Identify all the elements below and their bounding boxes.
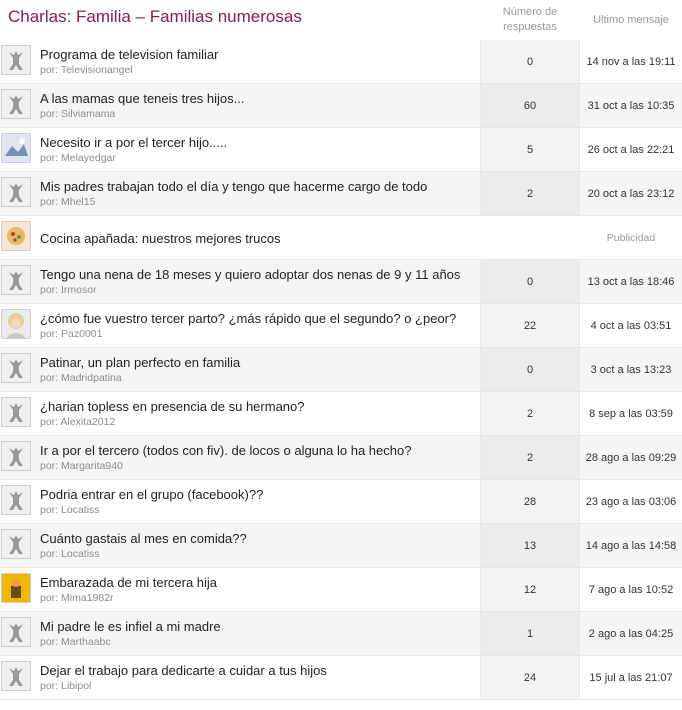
photo-avatar[interactable] xyxy=(1,133,31,163)
last-message-date[interactable]: 8 sep a las 03:59 xyxy=(580,392,682,435)
thread-title[interactable]: Dejar el trabajo para dedicarte a cuidar… xyxy=(40,663,327,678)
last-message-date[interactable]: 20 oct a las 23:12 xyxy=(580,172,682,215)
default-avatar[interactable] xyxy=(1,353,31,383)
default-avatar[interactable] xyxy=(1,397,31,427)
page-title[interactable]: Charlas: Familia – Familias numerosas xyxy=(8,7,302,27)
default-avatar[interactable] xyxy=(1,45,31,75)
thread-title[interactable]: Ir a por el tercero (todos con fiv). de … xyxy=(40,443,411,458)
thread-title[interactable]: Mi padre le es infiel a mi madre xyxy=(40,619,221,634)
thread-author[interactable]: por: Marthaabc xyxy=(40,636,111,648)
reply-count: 0 xyxy=(480,260,580,303)
thread-author[interactable]: por: Alexita2012 xyxy=(40,416,115,428)
forum-header: Charlas: Familia – Familias numerosas Nú… xyxy=(0,0,682,40)
reply-count: 2 xyxy=(480,172,580,215)
reply-count: 0 xyxy=(480,40,580,83)
thread-row[interactable]: ¿harian topless en presencia de su herma… xyxy=(0,392,682,436)
thread-row[interactable]: Necesito ir a por el tercer hijo..... por… xyxy=(0,128,682,172)
thread-title[interactable]: Mis padres trabajan todo el día y tengo … xyxy=(40,179,427,194)
thread-title[interactable]: Podria entrar en el grupo (facebook)?? xyxy=(40,487,263,502)
default-avatar[interactable] xyxy=(1,485,31,515)
reply-count xyxy=(480,216,580,259)
reply-count: 1 xyxy=(480,612,580,655)
thread-row[interactable]: A las mamas que teneis tres hijos... por:… xyxy=(0,84,682,128)
thread-row[interactable]: Embarazada de mi tercera hija por: Mima19… xyxy=(0,568,682,612)
reply-count: 22 xyxy=(480,304,580,347)
last-message-date[interactable]: 28 ago a las 09:29 xyxy=(580,436,682,479)
default-avatar[interactable] xyxy=(1,529,31,559)
reply-count: 13 xyxy=(480,524,580,567)
thread-title[interactable]: ¿cómo fue vuestro tercer parto? ¿más ráp… xyxy=(40,311,456,326)
thread-row[interactable]: Patinar, un plan perfecto en familia por:… xyxy=(0,348,682,392)
last-message-date[interactable]: 7 ago a las 10:52 xyxy=(580,568,682,611)
thread-title[interactable]: Programa de television familiar xyxy=(40,47,218,62)
ad-label: Publicidad xyxy=(606,231,656,244)
last-message-date[interactable]: 4 oct a las 03:51 xyxy=(580,304,682,347)
replies-column-header[interactable]: Número de respuestas xyxy=(480,0,580,40)
reply-count: 2 xyxy=(480,436,580,479)
thread-author[interactable]: por: Paz0001 xyxy=(40,328,102,340)
thread-title[interactable]: Patinar, un plan perfecto en familia xyxy=(40,355,240,370)
thread-title[interactable]: Cocina apañada: nuestros mejores trucos xyxy=(40,231,281,246)
thread-row[interactable]: Podria entrar en el grupo (facebook)?? po… xyxy=(0,480,682,524)
last-message-date[interactable]: 2 ago a las 04:25 xyxy=(580,612,682,655)
default-avatar[interactable] xyxy=(1,177,31,207)
thread-row[interactable]: Ir a por el tercero (todos con fiv). de … xyxy=(0,436,682,480)
last-message-date[interactable]: 23 ago a las 03:06 xyxy=(580,480,682,523)
thread-author[interactable]: por: Margarita940 xyxy=(40,460,123,472)
thread-row[interactable]: Mi padre le es infiel a mi madre por: Mar… xyxy=(0,612,682,656)
thread-author[interactable]: por: Locatiss xyxy=(40,548,100,560)
last-message-date[interactable]: 15 jul a las 21:07 xyxy=(580,656,682,699)
thread-list: Programa de television familiar por: Tele… xyxy=(0,40,682,700)
last-message-date[interactable]: 13 oct a las 18:46 xyxy=(580,260,682,303)
thread-row[interactable]: Dejar el trabajo para dedicarte a cuidar… xyxy=(0,656,682,700)
thread-author[interactable]: por: Televisionangel xyxy=(40,64,133,76)
thread-row[interactable]: Tengo una nena de 18 meses y quiero adop… xyxy=(0,260,682,304)
thread-author[interactable]: por: Silviamama xyxy=(40,108,115,120)
thread-title[interactable]: Necesito ir a por el tercer hijo..... xyxy=(40,135,227,150)
thread-row[interactable]: Programa de television familiar por: Tele… xyxy=(0,40,682,84)
reply-count: 12 xyxy=(480,568,580,611)
default-avatar[interactable] xyxy=(1,661,31,691)
last-message-column-header[interactable]: Ultimo mensaje xyxy=(580,0,682,40)
reply-count: 60 xyxy=(480,84,580,127)
thread-author[interactable]: por: Irmosor xyxy=(40,284,97,296)
thread-title[interactable]: Cuánto gastais al mes en comida?? xyxy=(40,531,247,546)
default-avatar[interactable] xyxy=(1,441,31,471)
thread-row[interactable]: Mis padres trabajan todo el día y tengo … xyxy=(0,172,682,216)
last-message-date[interactable]: 14 ago a las 14:58 xyxy=(580,524,682,567)
last-message-date[interactable]: 14 nov a las 19:11 xyxy=(580,40,682,83)
thread-title[interactable]: Tengo una nena de 18 meses y quiero adop… xyxy=(40,267,460,282)
thread-title[interactable]: Embarazada de mi tercera hija xyxy=(40,575,217,590)
thread-author[interactable]: por: Madridpatina xyxy=(40,372,122,384)
food-avatar[interactable] xyxy=(1,221,31,251)
ad-row[interactable]: Cocina apañada: nuestros mejores trucos P… xyxy=(0,216,682,260)
thread-row[interactable]: ¿cómo fue vuestro tercer parto? ¿más ráp… xyxy=(0,304,682,348)
reply-count: 5 xyxy=(480,128,580,171)
last-message-date[interactable]: 3 oct a las 13:23 xyxy=(580,348,682,391)
default-avatar[interactable] xyxy=(1,617,31,647)
face-avatar[interactable] xyxy=(1,309,31,339)
default-avatar[interactable] xyxy=(1,265,31,295)
thread-author[interactable]: por: Mima1982r xyxy=(40,592,114,604)
yellow-avatar[interactable] xyxy=(1,573,31,603)
reply-count: 2 xyxy=(480,392,580,435)
thread-title[interactable]: ¿harian topless en presencia de su herma… xyxy=(40,399,305,414)
thread-author[interactable]: por: Mhel15 xyxy=(40,196,95,208)
thread-author[interactable]: por: Locatiss xyxy=(40,504,100,516)
last-message-date[interactable]: 31 oct a las 10:35 xyxy=(580,84,682,127)
thread-author[interactable]: por: Melayedgar xyxy=(40,152,116,164)
reply-count: 28 xyxy=(480,480,580,523)
thread-title[interactable]: A las mamas que teneis tres hijos... xyxy=(40,91,244,106)
thread-row[interactable]: Cuánto gastais al mes en comida?? por: Lo… xyxy=(0,524,682,568)
reply-count: 0 xyxy=(480,348,580,391)
default-avatar[interactable] xyxy=(1,89,31,119)
reply-count: 24 xyxy=(480,656,580,699)
thread-author[interactable]: por: Libipol xyxy=(40,680,91,692)
last-message-date[interactable]: 26 oct a las 22:21 xyxy=(580,128,682,171)
